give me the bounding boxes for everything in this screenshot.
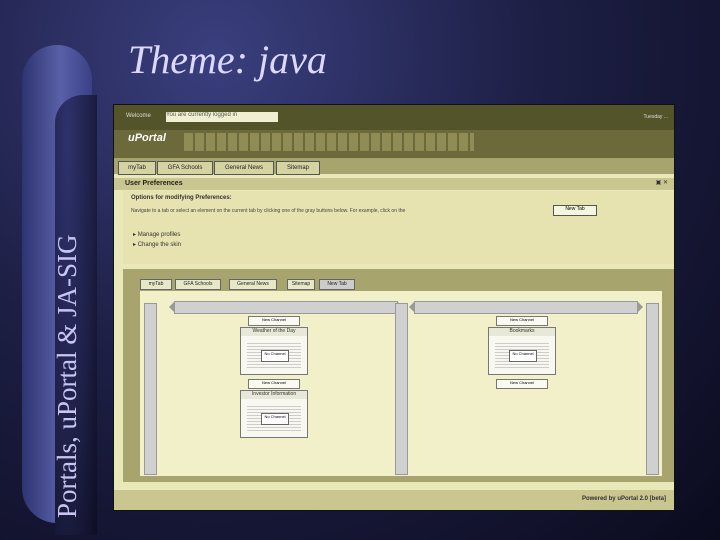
preview-tab-mytab[interactable]: myTab xyxy=(140,279,172,290)
date-text: Tuesday ... xyxy=(643,114,668,120)
channel-bookmarks[interactable]: Bookmarks No Channel xyxy=(488,327,556,375)
uportal-screenshot: Welcome You are currently logged in Tues… xyxy=(114,105,674,510)
channel-title: Bookmarks xyxy=(489,328,555,336)
channel-title: Investor Information xyxy=(241,391,307,399)
change-skin-label: Change the skin xyxy=(137,242,182,248)
preview-tab-news[interactable]: General News xyxy=(229,279,277,290)
channel-body: No Channel xyxy=(247,342,301,368)
channel-placeholder: No Channel xyxy=(261,350,289,362)
layout-canvas: New Channel Weather of the Day No Channe… xyxy=(140,291,662,476)
column-width-bar-right[interactable] xyxy=(409,301,643,314)
options-panel: Options for modifying Preferences: Navig… xyxy=(123,191,674,264)
footer-text: Powered by uPortal 2.0 [beta] xyxy=(581,496,666,502)
arrow-left-icon xyxy=(409,301,415,313)
arrow-right-icon xyxy=(637,301,643,313)
preview-tab-gfa[interactable]: GFA Schools xyxy=(175,279,221,290)
channel-body: No Channel xyxy=(247,405,301,431)
tab-mytab[interactable]: myTab xyxy=(118,161,156,175)
new-channel-button[interactable]: New Channel xyxy=(496,316,548,326)
column-width-bar-left[interactable] xyxy=(169,301,403,314)
new-column-right[interactable] xyxy=(646,303,659,475)
slide-title: Theme: java xyxy=(128,37,327,82)
preview-tab-sitemap[interactable]: Sitemap xyxy=(287,279,315,290)
portal-tab-bar: myTab GFA Schools General News Sitemap xyxy=(114,158,674,175)
channel-investor[interactable]: Investor Information No Channel xyxy=(240,390,308,438)
manage-profiles-link[interactable]: ▸ Manage profiles xyxy=(133,231,180,238)
new-column-middle[interactable] xyxy=(395,303,408,475)
portal-footer: Powered by uPortal 2.0 [beta] xyxy=(114,490,674,510)
welcome-text: Welcome xyxy=(126,113,151,119)
channel-title: Weather of the Day xyxy=(241,328,307,336)
new-channel-button[interactable]: New Channel xyxy=(248,316,300,326)
new-column-left[interactable] xyxy=(144,303,157,475)
preferences-header: User Preferences ▣ ✕ xyxy=(114,178,674,190)
login-status: You are currently logged in xyxy=(166,112,278,122)
header-pattern xyxy=(184,133,474,151)
channel-body: No Channel xyxy=(495,342,549,368)
tab-gfa-schools[interactable]: GFA Schools xyxy=(157,161,213,175)
new-channel-button[interactable]: New Channel xyxy=(496,379,548,389)
uportal-logo: uPortal xyxy=(128,132,166,144)
new-tab-button[interactable]: New Tab xyxy=(553,205,597,216)
tab-general-news[interactable]: General News xyxy=(214,161,274,175)
close-icon[interactable]: ▣ ✕ xyxy=(656,179,668,186)
preview-tab-new[interactable]: New Tab xyxy=(319,279,355,290)
new-channel-button[interactable]: New Channel xyxy=(248,379,300,389)
channel-weather[interactable]: Weather of the Day No Channel xyxy=(240,327,308,375)
options-title: Options for modifying Preferences: xyxy=(131,195,232,201)
tab-sitemap[interactable]: Sitemap xyxy=(276,161,320,175)
slide-vertical-title: Portals, uPortal & JA-SIG xyxy=(52,234,82,519)
portal-top-bar: Welcome You are currently logged in Tues… xyxy=(114,105,674,130)
channel-placeholder: No Channel xyxy=(261,413,289,425)
preferences-title: User Preferences xyxy=(125,180,183,187)
arrow-left-icon xyxy=(169,301,175,313)
change-skin-link[interactable]: ▸ Change the skin xyxy=(133,241,181,248)
manage-profiles-label: Manage profiles xyxy=(137,232,181,238)
channel-placeholder: No Channel xyxy=(509,350,537,362)
layout-editor: myTab GFA Schools General News Sitemap N… xyxy=(123,269,674,482)
portal-header: uPortal xyxy=(114,130,674,158)
